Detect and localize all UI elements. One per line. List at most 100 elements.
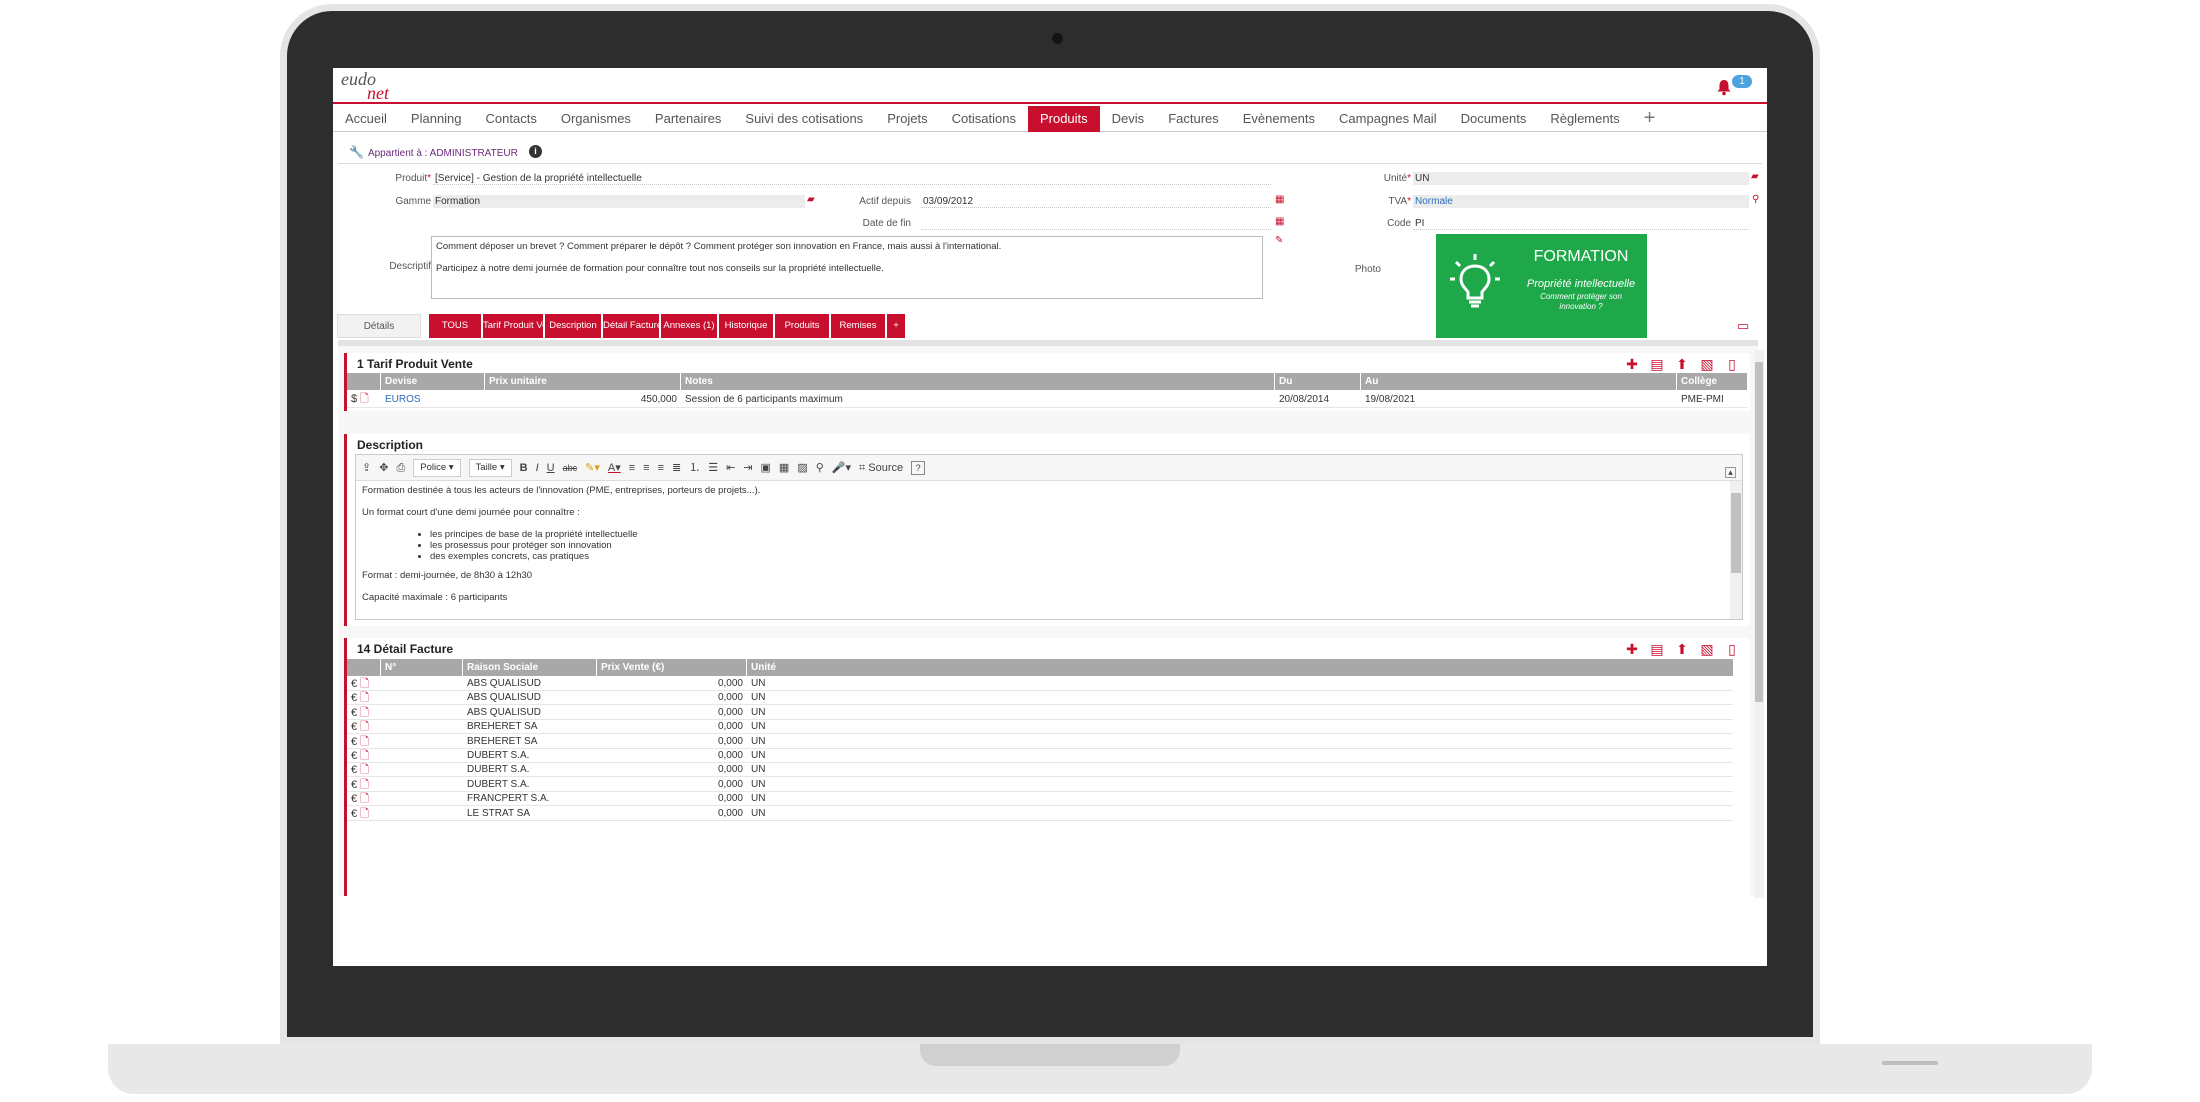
- cell-devise[interactable]: EUROS: [381, 391, 485, 408]
- bold-icon[interactable]: B: [520, 460, 528, 476]
- align-left-icon[interactable]: ≡: [629, 460, 635, 476]
- nav-item-partenaires[interactable]: Partenaires: [643, 106, 733, 132]
- nav-item-devis[interactable]: Devis: [1100, 106, 1157, 132]
- tab-description[interactable]: Description: [545, 314, 601, 338]
- col-devise[interactable]: Devise: [381, 373, 485, 390]
- tab-remises[interactable]: Remises: [831, 314, 885, 338]
- tab-historique[interactable]: Historique: [719, 314, 773, 338]
- table-row[interactable]: € 🗋 DUBERT S.A. 0,000 UN: [347, 778, 1733, 792]
- col-college[interactable]: Collège: [1677, 373, 1747, 390]
- calendar-icon[interactable]: ▦: [1275, 194, 1284, 205]
- table-row[interactable]: € 🗋 DUBERT S.A. 0,000 UN: [347, 749, 1733, 763]
- excel-icon[interactable]: ▧: [1699, 641, 1715, 657]
- add-icon[interactable]: ✚: [1624, 641, 1640, 657]
- tab-tarif-produit-vente[interactable]: Tarif Produit Vente: [483, 314, 543, 338]
- document-icon[interactable]: 🗋: [357, 750, 369, 762]
- document-icon[interactable]: 🗋: [357, 736, 369, 748]
- nav-item-factures[interactable]: Factures: [1156, 106, 1231, 132]
- highlight-icon[interactable]: ✎▾: [585, 460, 600, 476]
- document-icon[interactable]: 🗋: [357, 808, 369, 820]
- nav-item-ev-nements[interactable]: Evènements: [1231, 106, 1327, 132]
- upload-icon[interactable]: ⇪: [362, 460, 371, 476]
- source-button[interactable]: ⌗ Source: [859, 460, 903, 476]
- folder-icon[interactable]: ▰: [1751, 171, 1759, 182]
- rich-text-editor[interactable]: ⇪ ✥ ⎙ Police ▾ Taille ▾ B I U abc ✎▾ A▾ …: [355, 454, 1743, 620]
- nav-item-produits[interactable]: Produits: [1027, 106, 1100, 132]
- bullet-list-icon[interactable]: ☰: [708, 460, 718, 476]
- table-row[interactable]: € 🗋 LE STRAT SA 0,000 UN: [347, 807, 1733, 821]
- tva-field[interactable]: Normale: [1413, 195, 1749, 208]
- col-unite[interactable]: Unité: [747, 659, 1733, 676]
- table-row[interactable]: € 🗋 DUBERT S.A. 0,000 UN: [347, 763, 1733, 778]
- document-icon[interactable]: 🗋: [357, 721, 369, 733]
- col-du[interactable]: Du: [1275, 373, 1361, 390]
- page-scrollbar[interactable]: [1754, 350, 1764, 898]
- microphone-icon[interactable]: 🎤▾: [832, 460, 851, 476]
- nav-item-planning[interactable]: Planning: [399, 106, 474, 132]
- filter-table-icon[interactable]: ▤: [1649, 641, 1665, 657]
- nav-item-projets[interactable]: Projets: [875, 106, 939, 132]
- paste-icon[interactable]: ▣: [761, 460, 771, 476]
- tab-[interactable]: +: [887, 314, 905, 338]
- excel-icon[interactable]: ▧: [1699, 356, 1715, 372]
- unite-field[interactable]: UN: [1413, 172, 1749, 185]
- nav-item-documents[interactable]: Documents: [1449, 106, 1539, 132]
- actif-depuis-field[interactable]: 03/09/2012: [921, 195, 1271, 208]
- gamme-field[interactable]: Formation: [433, 195, 805, 208]
- table-row[interactable]: $ 🗋 EUROS 450,000 Session de 6 participa…: [347, 391, 1747, 408]
- nav-item-organismes[interactable]: Organismes: [549, 106, 643, 132]
- table-row[interactable]: € 🗋 BREHERET SA 0,000 UN: [347, 720, 1733, 735]
- nav-item-cotisations[interactable]: Cotisations: [940, 106, 1028, 132]
- table-row[interactable]: € 🗋 ABS QUALISUD 0,000 UN: [347, 677, 1733, 691]
- tab-produits[interactable]: Produits: [775, 314, 829, 338]
- tab-annexes-1[interactable]: Annexes (1): [661, 314, 717, 338]
- align-right-icon[interactable]: ≡: [658, 460, 664, 476]
- export-icon[interactable]: ⬆: [1674, 356, 1690, 372]
- export-icon[interactable]: ⬆: [1674, 641, 1690, 657]
- filter-table-icon[interactable]: ▤: [1649, 356, 1665, 372]
- table-row[interactable]: € 🗋 BREHERET SA 0,000 UN: [347, 735, 1733, 749]
- italic-icon[interactable]: I: [536, 460, 539, 476]
- strikethrough-icon[interactable]: abc: [563, 460, 578, 476]
- link-icon[interactable]: ⚲: [816, 460, 824, 476]
- col-raison-sociale[interactable]: Raison Sociale: [463, 659, 597, 676]
- code-field[interactable]: PI: [1413, 217, 1749, 230]
- image-icon[interactable]: ▨: [797, 460, 807, 476]
- notification-bell-icon[interactable]: [1715, 78, 1733, 96]
- document-icon[interactable]: 🗋: [357, 779, 369, 791]
- table-row[interactable]: € 🗋 ABS QUALISUD 0,000 UN: [347, 691, 1733, 706]
- calendar-icon[interactable]: ▦: [1275, 216, 1284, 227]
- tab-tous[interactable]: TOUS: [429, 314, 481, 338]
- document-icon[interactable]: ▯: [1724, 356, 1740, 372]
- document-icon[interactable]: ▯: [1724, 641, 1740, 657]
- editor-content[interactable]: Formation destinée à tous les acteurs de…: [362, 485, 1702, 615]
- table-row[interactable]: € 🗋 FRANCPERT S.A. 0,000 UN: [347, 792, 1733, 807]
- col-numero[interactable]: N°: [381, 659, 463, 676]
- outdent-icon[interactable]: ⇤: [726, 460, 735, 476]
- col-prix-unitaire[interactable]: Prix unitaire: [485, 373, 681, 390]
- col-au[interactable]: Au: [1361, 373, 1677, 390]
- maximize-icon[interactable]: ▴: [1725, 467, 1736, 478]
- size-select[interactable]: Taille ▾: [468, 458, 512, 477]
- nav-item-r-glements[interactable]: Règlements: [1538, 106, 1631, 132]
- nav-item-campagnes-mail[interactable]: Campagnes Mail: [1327, 106, 1449, 132]
- document-icon[interactable]: 🗋: [357, 678, 369, 690]
- eudonet-logo[interactable]: eudo net: [341, 70, 401, 102]
- nav-item-suivi-des-cotisations[interactable]: Suivi des cotisations: [733, 106, 875, 132]
- collapse-icon[interactable]: ▭: [1737, 318, 1749, 334]
- numbered-list-icon[interactable]: ⒈: [689, 460, 700, 476]
- col-notes[interactable]: Notes: [681, 373, 1275, 390]
- produit-field[interactable]: [Service] - Gestion de la propriété inte…: [433, 172, 1271, 185]
- nav-item-contacts[interactable]: Contacts: [474, 106, 549, 132]
- document-icon[interactable]: 🗋: [357, 793, 369, 805]
- info-icon[interactable]: i: [529, 145, 542, 158]
- col-prix-vente[interactable]: Prix Vente (€): [597, 659, 747, 676]
- add-icon[interactable]: ✚: [1624, 356, 1640, 372]
- underline-icon[interactable]: U: [547, 460, 555, 476]
- document-icon[interactable]: 🗋: [360, 393, 369, 405]
- align-center-icon[interactable]: ≡: [643, 460, 649, 476]
- pencil-icon[interactable]: ✎: [1275, 235, 1283, 246]
- tab-details[interactable]: Détails: [337, 314, 421, 338]
- tab-d-tail-facture[interactable]: Détail Facture: [603, 314, 659, 338]
- indent-icon[interactable]: ⇥: [743, 460, 752, 476]
